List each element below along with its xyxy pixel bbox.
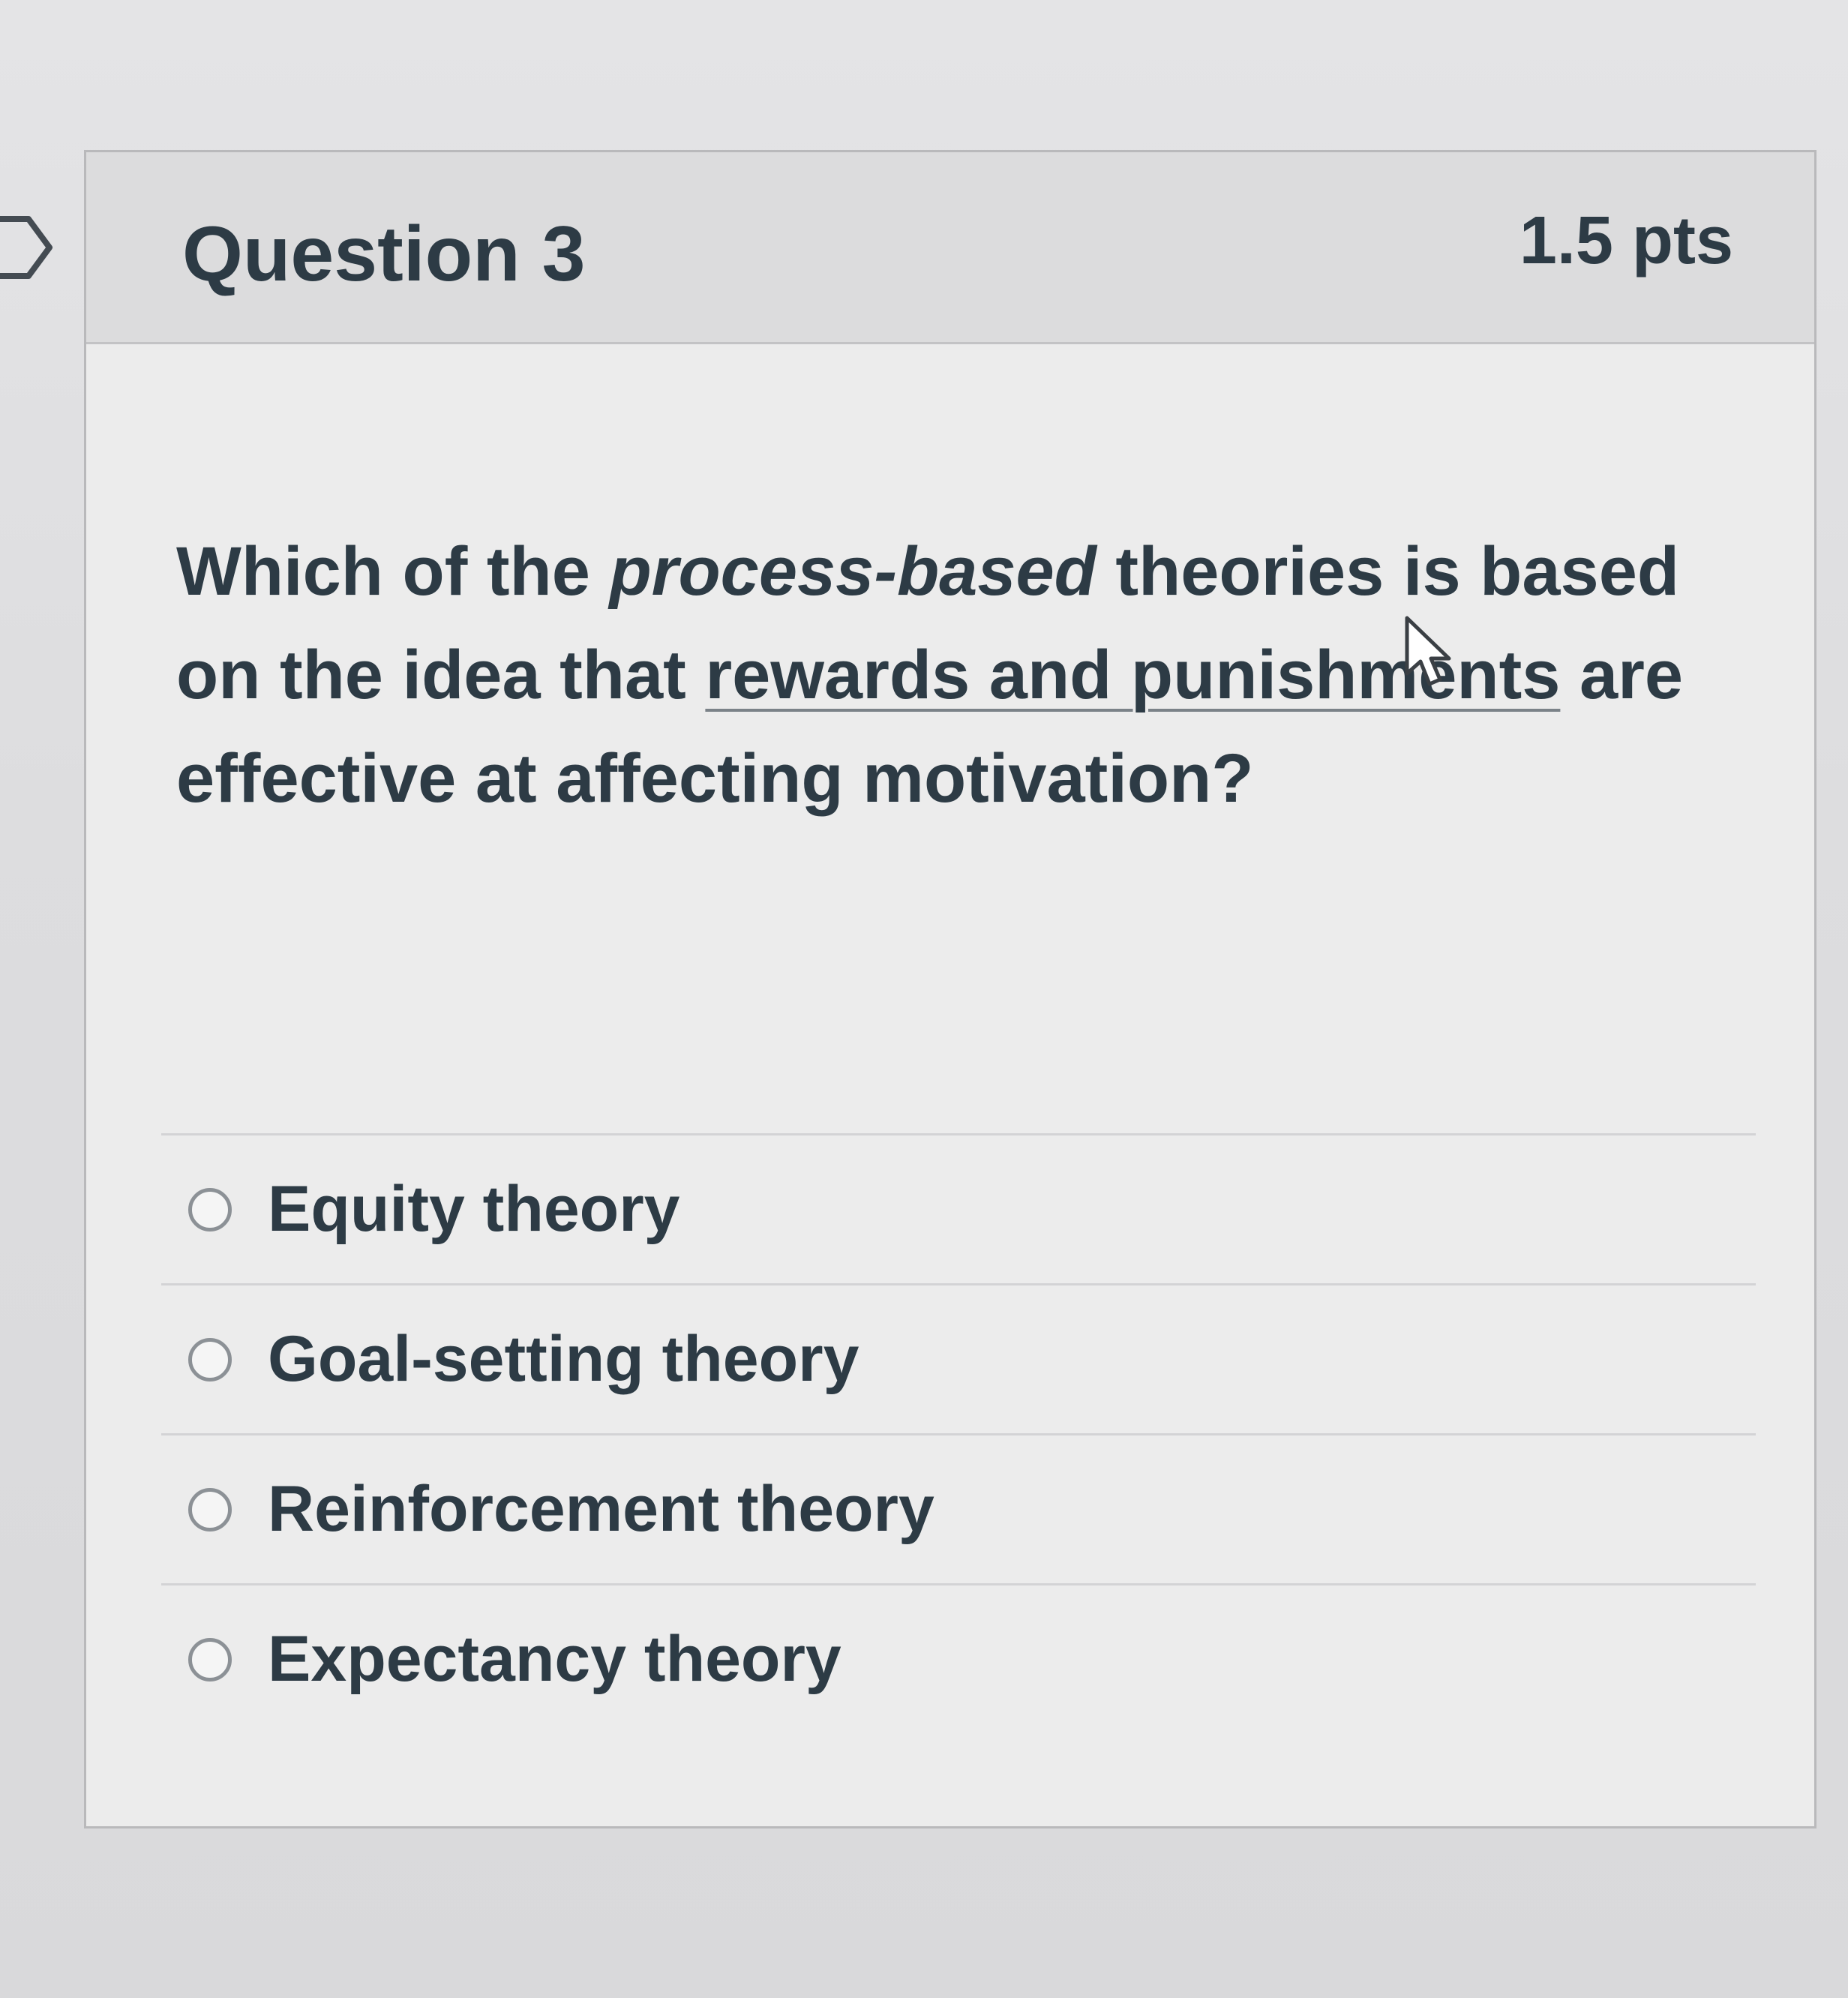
answer-label[interactable]: Reinforcement theory [268, 1472, 934, 1546]
answer-label[interactable]: Expectancy theory [268, 1622, 842, 1696]
question-points: 1.5 pts [1519, 203, 1733, 278]
mouse-pointer-icon [1405, 616, 1451, 686]
question-header: Question 3 1.5 pts [86, 152, 1814, 344]
answer-option[interactable]: Goal-setting theory [161, 1283, 1756, 1433]
answer-list: Equity theory Goal-setting theory Reinfo… [161, 1133, 1756, 1733]
answer-option[interactable]: Expectancy theory [161, 1583, 1756, 1733]
question-text-part: Which of the [176, 533, 610, 610]
question-card: Question 3 1.5 pts Which of the process-… [84, 150, 1816, 1828]
question-text-emphasis: process-based [609, 533, 1096, 610]
radio-unchecked-icon[interactable] [188, 1187, 232, 1232]
question-text: Which of the process-based theories is b… [176, 520, 1736, 830]
answer-option[interactable]: Equity theory [161, 1133, 1756, 1283]
answer-label[interactable]: Goal-setting theory [268, 1322, 859, 1396]
radio-unchecked-icon[interactable] [188, 1637, 232, 1682]
flag-question-icon[interactable] [0, 212, 54, 284]
answer-label[interactable]: Equity theory [268, 1172, 680, 1246]
question-title: Question 3 [182, 211, 586, 298]
answer-option[interactable]: Reinforcement theory [161, 1433, 1756, 1583]
radio-unchecked-icon[interactable] [188, 1487, 232, 1532]
radio-unchecked-icon[interactable] [188, 1337, 232, 1382]
